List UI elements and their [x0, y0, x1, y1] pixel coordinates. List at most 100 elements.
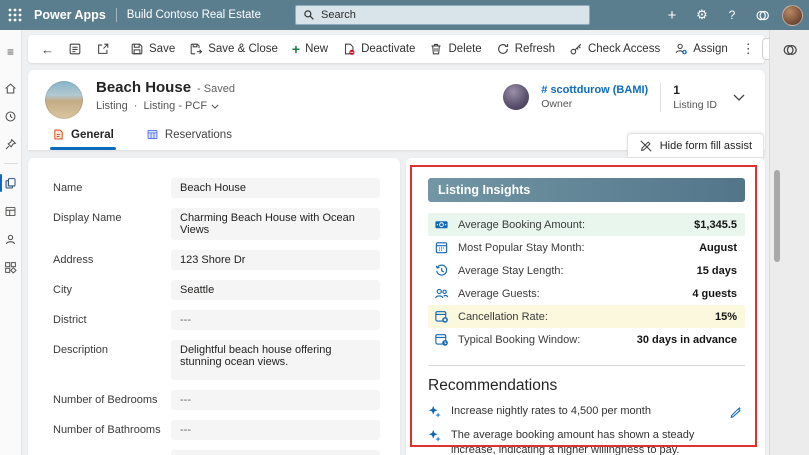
insight-value: 15%	[715, 311, 737, 323]
insight-row: Cancellation Rate: 15%	[428, 305, 745, 328]
insight-value: 15 days	[697, 265, 737, 277]
tab-general[interactable]: General	[50, 120, 116, 150]
help-icon[interactable]: ?	[719, 2, 745, 28]
calendar-icon	[434, 240, 449, 255]
listing-id-label: Listing ID	[673, 99, 717, 111]
insight-label: Cancellation Rate:	[458, 311, 706, 323]
new-plus-icon: +	[292, 42, 300, 56]
back-button[interactable]: ←	[34, 37, 61, 61]
history-clock-icon	[434, 263, 449, 278]
open-in-new-button[interactable]	[89, 37, 117, 61]
open-in-new-icon	[96, 42, 110, 56]
form-row: Description Delightful beach house offer…	[53, 340, 380, 380]
insight-value: 4 guests	[692, 288, 737, 300]
insight-row: Average Guests: 4 guests	[428, 282, 745, 305]
bathrooms-field[interactable]: ---	[171, 420, 380, 440]
refresh-button[interactable]: Refresh	[489, 37, 562, 61]
field-label: District	[53, 310, 171, 330]
new-button[interactable]: + New	[285, 37, 335, 61]
insight-value: $1,345.5	[694, 219, 737, 231]
district-field[interactable]: ---	[171, 310, 380, 330]
entity-name: Listing	[96, 100, 128, 112]
form-row: Number of Bedrooms ---	[53, 390, 380, 410]
nav-divider	[4, 163, 18, 164]
nav-pinned-icon[interactable]	[0, 131, 22, 157]
recommendations-title: Recommendations	[428, 377, 745, 395]
insight-value: August	[699, 242, 737, 254]
owner-avatar[interactable]	[503, 84, 529, 110]
owner-link[interactable]: # scottdurow (BAMI)	[541, 84, 648, 96]
insight-label: Average Booking Amount:	[458, 219, 685, 231]
key-icon	[569, 42, 583, 56]
delete-button[interactable]: Delete	[422, 37, 488, 61]
address-field[interactable]: 123 Shore Dr	[171, 250, 380, 270]
recommendation-item: The average booking amount has shown a s…	[428, 428, 745, 455]
display-name-field[interactable]: Charming Beach House with Ocean Views	[171, 208, 380, 240]
form-row: District ---	[53, 310, 380, 330]
hide-form-fill-assist-button[interactable]: Hide form fill assist	[627, 133, 764, 158]
nav-components-icon[interactable]	[0, 254, 22, 280]
field-label: Display Name	[53, 208, 171, 240]
nav-recent-icon[interactable]	[0, 103, 22, 129]
search-placeholder: Search	[321, 9, 356, 21]
command-bar: ← Save	[28, 35, 765, 63]
deactivate-icon	[342, 42, 356, 56]
city-field[interactable]: Seattle	[171, 280, 380, 300]
scrollbar-thumb[interactable]	[774, 170, 780, 262]
more-commands-button[interactable]: ⋮	[735, 37, 762, 61]
form-row: Display Name Charming Beach House with O…	[53, 208, 380, 240]
tab-reservations-label: Reservations	[165, 129, 232, 141]
copilot-panel-icon[interactable]	[779, 39, 801, 61]
search-input[interactable]: Search	[295, 5, 590, 25]
left-nav-rail: ≡	[0, 30, 22, 455]
form-row: Name Beach House	[53, 178, 380, 198]
nav-active-page-icon[interactable]	[0, 170, 22, 196]
assign-person-icon	[674, 42, 688, 56]
back-icon: ←	[41, 42, 54, 57]
refresh-icon	[496, 42, 510, 56]
calendar-cancel-icon	[434, 309, 449, 324]
name-field[interactable]: Beach House	[171, 178, 380, 198]
nav-contacts-icon[interactable]	[0, 226, 22, 252]
check-access-button[interactable]: Check Access	[562, 37, 667, 61]
form-tabs: General Reservations	[50, 120, 234, 150]
nav-tables-icon[interactable]	[0, 198, 22, 224]
save-label: Save	[149, 43, 175, 55]
form-name: Listing - PCF	[143, 100, 207, 112]
listing-id-value: 1	[673, 83, 717, 97]
assign-button[interactable]: Assign	[667, 37, 735, 61]
form-row: Address 123 Shore Dr	[53, 250, 380, 270]
save-button[interactable]: Save	[123, 37, 182, 61]
user-avatar[interactable]	[782, 5, 803, 26]
deactivate-button[interactable]: Deactivate	[335, 37, 422, 61]
header-divider	[660, 82, 661, 112]
max-guests-field[interactable]: ---	[171, 450, 380, 455]
nav-home-icon[interactable]	[0, 75, 22, 101]
record-photo-avatar[interactable]	[45, 81, 83, 119]
app-launcher-waffle-icon[interactable]	[0, 0, 30, 30]
sparkle-icon	[428, 429, 442, 443]
search-icon	[303, 9, 315, 21]
insight-label: Average Stay Length:	[458, 265, 688, 277]
description-field[interactable]: Delightful beach house offering stunning…	[171, 340, 380, 380]
field-label: Address	[53, 250, 171, 270]
save-and-close-button[interactable]: Save & Close	[182, 37, 285, 61]
nav-menu-icon[interactable]: ≡	[0, 39, 22, 65]
chevron-down-icon	[211, 104, 219, 109]
environment-name[interactable]: Build Contoso Real Estate	[127, 9, 261, 21]
form-view-button[interactable]	[61, 37, 89, 61]
add-icon[interactable]: +	[659, 2, 685, 28]
form-section: Name Beach House Display Name Charming B…	[28, 158, 400, 455]
tab-reservations[interactable]: Reservations	[144, 120, 234, 150]
recommendation-text: The average booking amount has shown a s…	[451, 428, 745, 455]
gear-icon[interactable]: ⚙	[689, 2, 715, 28]
recommendation-text: Increase nightly rates to 4,500 per mont…	[451, 404, 651, 419]
delete-label: Delete	[448, 43, 481, 55]
bedrooms-field[interactable]: ---	[171, 390, 380, 410]
copilot-icon[interactable]	[749, 2, 775, 28]
apply-wand-icon[interactable]	[727, 404, 745, 420]
app-title[interactable]: Power Apps	[34, 8, 106, 22]
form-selector[interactable]: Listing - PCF	[143, 100, 219, 112]
tab-general-label: General	[71, 129, 114, 141]
header-expand-chevron-icon[interactable]	[729, 90, 749, 105]
